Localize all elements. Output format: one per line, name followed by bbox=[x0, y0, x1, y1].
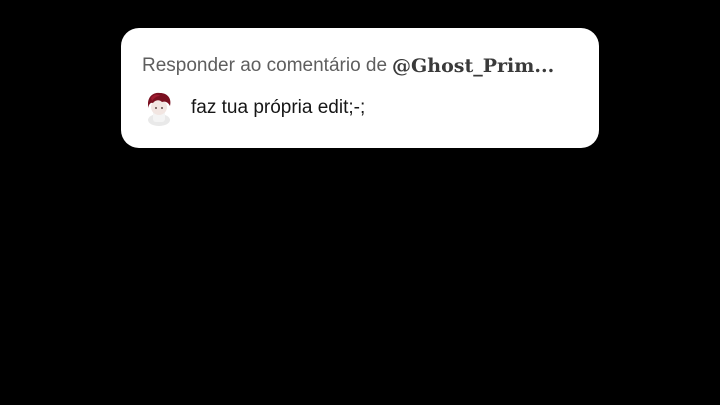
user-avatar-icon[interactable] bbox=[143, 90, 175, 126]
reply-header: Responder ao comentário de @Ghost_Prim..… bbox=[142, 52, 581, 80]
reply-header-prefix: Responder ao comentário de bbox=[142, 55, 388, 76]
video-frame: Responder ao comentário de @Ghost_Prim..… bbox=[0, 0, 720, 405]
reply-comment-sticker[interactable]: Responder ao comentário de @Ghost_Prim..… bbox=[121, 28, 599, 148]
comment-row: faz tua própria edit;-; bbox=[143, 90, 581, 126]
comment-text: faz tua própria edit;-; bbox=[191, 97, 366, 118]
commenter-handle[interactable]: @Ghost_Prim... bbox=[392, 55, 554, 77]
